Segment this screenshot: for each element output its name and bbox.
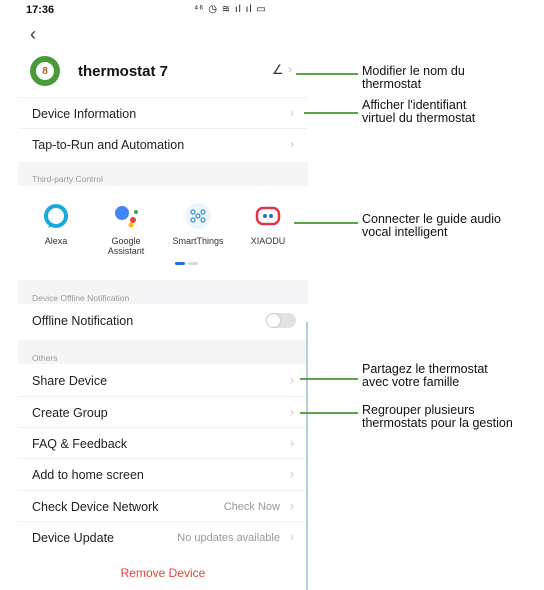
- row-label: Check Device Network: [32, 500, 159, 514]
- third-party-label: SmartThings: [172, 236, 224, 246]
- row-value: No updates available: [177, 532, 280, 544]
- third-party-item-xiaodu[interactable]: XIAODU: [238, 202, 298, 246]
- xiaodu-icon: [254, 202, 282, 230]
- add-to-home-screen-row[interactable]: Add to home screen ›: [18, 458, 308, 490]
- annotation-group: Regrouper plusieurs thermostats pour la …: [362, 404, 513, 430]
- row-label: Add to home screen: [32, 468, 144, 482]
- thermostat-avatar: 8: [30, 56, 60, 86]
- chevron-right-icon: ›: [290, 436, 294, 450]
- third-party-item-google-assistant[interactable]: Google Assistant: [96, 202, 156, 256]
- offline-notification-toggle[interactable]: [266, 313, 296, 328]
- carousel-dot-active: [175, 262, 185, 265]
- tap-to-run-row[interactable]: Tap-to-Run and Automation ›: [18, 128, 308, 160]
- row-label: Device Update: [32, 531, 114, 545]
- status-icons: ⁴⁶ ◷ ≋ ıl ıl ▭: [194, 4, 267, 15]
- check-device-network-row[interactable]: Check Device Network Check Now ›: [18, 490, 308, 522]
- annotation-share: Partagez le thermostat avec votre famill…: [362, 363, 488, 389]
- third-party-section-header: Third-party Control: [18, 162, 308, 186]
- annotation-device-info: Afficher l'identifiant virtuel du thermo…: [362, 99, 475, 125]
- third-party-label: XIAODU: [250, 236, 286, 246]
- third-party-item-alexa[interactable]: Alexa: [26, 202, 86, 246]
- callout-line: [300, 412, 358, 414]
- device-information-row[interactable]: Device Information ›: [18, 97, 308, 129]
- create-group-row[interactable]: Create Group ›: [18, 396, 308, 428]
- back-icon[interactable]: ‹: [30, 24, 36, 45]
- chevron-right-icon: ›: [290, 499, 294, 513]
- section-title: Others: [32, 353, 58, 363]
- device-name: thermostat 7: [78, 63, 169, 80]
- device-header[interactable]: 8 thermostat 7 ∠ ›: [18, 52, 308, 96]
- third-party-label: Alexa: [44, 236, 68, 246]
- toggle-knob: [267, 314, 280, 327]
- third-party-item-smartthings[interactable]: SmartThings: [168, 202, 228, 246]
- annotation-voice-assistant: Connecter le guide audio vocal intellige…: [362, 213, 501, 239]
- device-update-row[interactable]: Device Update No updates available ›: [18, 521, 308, 553]
- row-label: FAQ & Feedback: [32, 437, 128, 451]
- status-time: 17:36: [26, 4, 55, 16]
- scrollbar[interactable]: [306, 322, 308, 590]
- chevron-right-icon: ›: [290, 530, 294, 544]
- chevron-right-icon: ›: [290, 373, 294, 387]
- carousel-dot: [188, 262, 198, 265]
- phone-screen: 17:36 ⁴⁶ ◷ ≋ ıl ıl ▭ ‹ 8 thermostat 7 ∠ …: [18, 0, 308, 589]
- chevron-right-icon: ›: [288, 62, 292, 76]
- row-label: Tap-to-Run and Automation: [32, 138, 185, 152]
- callout-line: [294, 222, 358, 224]
- smartthings-icon: [184, 202, 212, 230]
- alexa-icon: [42, 202, 70, 230]
- share-device-row[interactable]: Share Device ›: [18, 365, 308, 396]
- callout-line: [296, 73, 358, 75]
- row-label: Offline Notification: [32, 314, 134, 328]
- chevron-right-icon: ›: [290, 467, 294, 481]
- section-title: Third-party Control: [32, 174, 103, 184]
- annotation-text: virtuel du thermostat: [362, 111, 476, 125]
- status-bar: 17:36 ⁴⁶ ◷ ≋ ıl ıl ▭: [18, 0, 308, 22]
- annotation-text: thermostats pour la gestion: [362, 416, 513, 430]
- row-value: Check Now: [223, 501, 280, 513]
- carousel-indicator: [175, 262, 199, 265]
- edit-pencil-icon[interactable]: ∠: [272, 62, 284, 78]
- annotation-text: avec votre famille: [362, 375, 460, 389]
- offline-section-header: Device Offline Notification: [18, 280, 308, 304]
- chevron-right-icon: ›: [290, 405, 294, 419]
- row-label: Share Device: [32, 374, 108, 388]
- section-title: Device Offline Notification: [32, 293, 130, 303]
- third-party-label: Google Assistant: [107, 236, 145, 256]
- callout-line: [300, 378, 358, 380]
- chevron-right-icon: ›: [290, 106, 294, 120]
- annotation-rename: Modifier le nom du thermostat: [362, 65, 465, 91]
- annotation-text: thermostat: [362, 77, 422, 91]
- annotation-text: vocal intelligent: [362, 225, 448, 239]
- thermometer-icon: 8: [36, 62, 54, 80]
- callout-line: [304, 112, 358, 114]
- row-label: Device Information: [32, 107, 137, 121]
- chevron-right-icon: ›: [290, 137, 294, 151]
- row-label: Create Group: [32, 406, 108, 420]
- others-section-header: Others: [18, 340, 308, 364]
- offline-notification-row: Offline Notification: [18, 305, 308, 336]
- google-assistant-icon: [112, 202, 140, 230]
- remove-device-button[interactable]: Remove Device: [18, 566, 308, 580]
- faq-feedback-row[interactable]: FAQ & Feedback ›: [18, 427, 308, 459]
